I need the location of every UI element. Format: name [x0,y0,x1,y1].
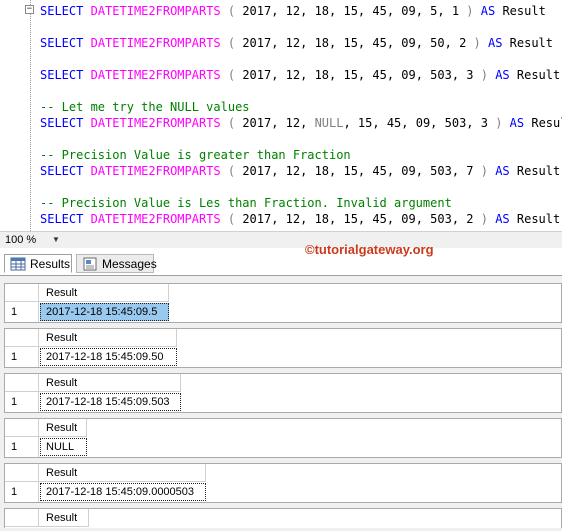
result-grid: Result 1 2017-12-18 15:45:09.5 [4,283,562,323]
editor-gutter [0,0,30,231]
alias: Result [502,36,554,50]
alias: Result [531,116,562,130]
paren: ) [473,212,496,226]
paren: ( [220,68,243,82]
code-line-4: SELECT DATETIME2FROMPARTS ( 2017, 12, NU… [40,115,562,131]
column-header[interactable]: Result [39,464,206,482]
keyword: AS [487,36,503,50]
arguments: 2017, 12, 18, 15, 45, 09, 503, 3 [242,68,474,82]
result-grid: Result [4,508,562,528]
paren: ) [473,68,496,82]
keyword: SELECT [40,212,84,226]
grid-corner [5,509,39,527]
row-number[interactable]: 1 [5,302,39,322]
keyword: SELECT [40,36,84,50]
keyword: AS [495,212,510,226]
keyword: SELECT [40,4,84,18]
zoom-value: 100 % [5,234,37,246]
comment-line-2: -- Precision Value is greater than Fract… [40,148,351,162]
tab-results[interactable]: Results [4,254,72,273]
paren: ) [473,164,496,178]
paren: ) [487,116,510,130]
results-tab-strip: Results Messages [0,248,562,275]
keyword: AS [480,4,496,18]
result-grid: Result 1 2017-12-18 15:45:09.503 [4,373,562,413]
grid-corner [5,419,39,437]
result-cell[interactable]: 2017-12-18 15:45:09.5 [40,303,169,321]
results-area: Result 1 2017-12-18 15:45:09.5 Result 1 … [0,275,562,531]
tab-messages[interactable]: Messages [76,254,157,273]
paren: ) [466,36,488,50]
keyword: AS [495,164,510,178]
column-header[interactable]: Result [39,329,177,347]
keyword: SELECT [40,68,84,82]
arguments: 2017, 12, [242,116,315,130]
row-number[interactable]: 1 [5,482,39,502]
arguments: , 15, 45, 09, 503, 3 [343,116,488,130]
grid-corner [5,329,39,347]
collapse-outline-icon[interactable]: − [25,5,34,14]
keyword: SELECT [40,116,84,130]
paren: ( [220,164,243,178]
function-name: DATETIME2FROMPARTS [90,116,221,130]
result-cell[interactable]: NULL [40,438,87,456]
paren: ( [220,212,243,226]
result-grid: Result 1 2017-12-18 15:45:09.50 [4,328,562,368]
alias: Result [509,68,561,82]
keyword: AS [495,68,510,82]
paren: ( [220,36,243,50]
column-header[interactable]: Result [39,419,87,437]
paren: ( [220,4,243,18]
code-line-6: SELECT DATETIME2FROMPARTS ( 2017, 12, 18… [40,211,560,227]
arguments: 2017, 12, 18, 15, 45, 09, 503, 7 [242,164,474,178]
function-name: DATETIME2FROMPARTS [90,36,221,50]
query-editor[interactable]: − SELECT DATETIME2FROMPARTS ( 2017, 12, … [0,0,562,231]
row-number[interactable]: 1 [5,347,39,367]
grid-icon [10,257,26,271]
comment-line-1: -- Let me try the NULL values [40,100,250,114]
function-name: DATETIME2FROMPARTS [90,164,221,178]
function-name: DATETIME2FROMPARTS [90,4,221,18]
grid-corner [5,284,39,302]
code-line-3: SELECT DATETIME2FROMPARTS ( 2017, 12, 18… [40,67,560,83]
alias: Result [509,212,561,226]
result-grid: Result 1 2017-12-18 15:45:09.0000503 [4,463,562,503]
alias: Result [495,4,546,18]
code-line-5: SELECT DATETIME2FROMPARTS ( 2017, 12, 18… [40,163,560,179]
arguments: 2017, 12, 18, 15, 45, 09, 50, 2 [242,36,467,50]
row-number[interactable]: 1 [5,392,39,412]
result-grid: Result 1 NULL [4,418,562,458]
column-header[interactable]: Result [39,284,169,302]
messages-icon [83,257,97,271]
code-line-2: SELECT DATETIME2FROMPARTS ( 2017, 12, 18… [40,35,553,51]
column-header[interactable]: Result [39,509,89,527]
tab-results-label: Results [30,257,71,271]
arguments: 2017, 12, 18, 15, 45, 09, 5, 1 [242,4,460,18]
null-keyword: NULL [314,116,344,130]
grid-corner [5,464,39,482]
comment-line-3: -- Precision Value is Les than Fraction.… [40,196,452,210]
paren: ) [459,4,481,18]
arguments: 2017, 12, 18, 15, 45, 09, 503, 2 [242,212,474,226]
code-line-1: SELECT DATETIME2FROMPARTS ( 2017, 12, 18… [40,3,546,19]
result-cell[interactable]: 2017-12-18 15:45:09.503 [40,393,181,411]
keyword: AS [509,116,525,130]
zoom-dropdown[interactable]: 100 % ▼ [2,233,60,247]
zoom-bar: 100 % ▼ [0,231,562,248]
gutter-divider [30,0,31,231]
keyword: SELECT [40,164,84,178]
function-name: DATETIME2FROMPARTS [90,68,221,82]
alias: Result [509,164,561,178]
grid-corner [5,374,39,392]
result-cell[interactable]: 2017-12-18 15:45:09.0000503 [40,483,206,501]
dropdown-arrow-icon[interactable]: ▼ [52,233,60,247]
watermark: ©tutorialgateway.org [305,242,434,257]
paren: ( [220,116,243,130]
tab-messages-label: Messages [102,257,157,271]
result-cell[interactable]: 2017-12-18 15:45:09.50 [40,348,177,366]
row-number[interactable]: 1 [5,437,39,457]
column-header[interactable]: Result [39,374,181,392]
function-name: DATETIME2FROMPARTS [90,212,221,226]
